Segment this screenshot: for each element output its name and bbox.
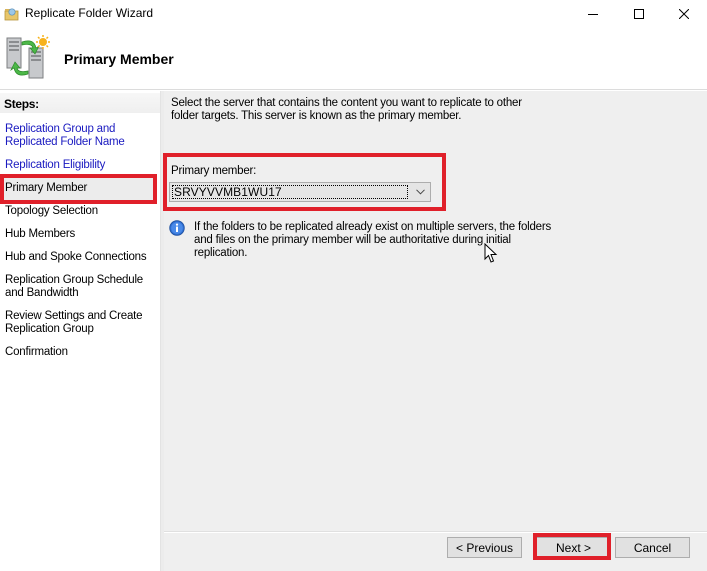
content-panel: Select the server that contains the cont… bbox=[164, 91, 707, 531]
intro-text: Select the server that contains the cont… bbox=[171, 97, 522, 122]
replication-servers-icon bbox=[4, 34, 52, 82]
cancel-button[interactable]: Cancel bbox=[615, 537, 690, 558]
step-hub-spoke-connections: Hub and Spoke Connections bbox=[5, 251, 147, 263]
wizard-header: Primary Member bbox=[0, 28, 707, 90]
close-button[interactable] bbox=[661, 0, 707, 28]
previous-button[interactable]: < Previous bbox=[447, 537, 522, 558]
window-title: Replicate Folder Wizard bbox=[25, 6, 154, 20]
step-schedule-bandwidth: Replication Group Schedule and Bandwidth bbox=[5, 274, 143, 299]
folder-replicate-icon bbox=[4, 6, 20, 22]
primary-member-value: SRVYVVMB1WU17 bbox=[172, 185, 408, 199]
page-title: Primary Member bbox=[64, 51, 174, 67]
minimize-icon bbox=[588, 14, 598, 15]
step-confirmation: Confirmation bbox=[5, 346, 68, 358]
step-replication-group-name[interactable]: Replication Group and Replicated Folder … bbox=[5, 123, 155, 149]
steps-sidebar: Steps: Replication Group and Replicated … bbox=[0, 91, 161, 571]
maximize-button[interactable] bbox=[616, 0, 662, 28]
chevron-down-icon[interactable] bbox=[410, 183, 430, 201]
step-primary-member: Primary Member bbox=[1, 177, 154, 200]
info-text: If the folders to be replicated already … bbox=[194, 221, 552, 259]
minimize-button[interactable] bbox=[570, 0, 616, 28]
title-bar: Replicate Folder Wizard bbox=[0, 0, 707, 28]
primary-member-dropdown[interactable]: SRVYVVMB1WU17 bbox=[169, 182, 431, 202]
step-topology-selection: Topology Selection bbox=[5, 205, 98, 217]
step-replication-eligibility[interactable]: Replication Eligibility bbox=[5, 159, 155, 172]
step-review-settings: Review Settings and Create Replication G… bbox=[5, 310, 143, 335]
mouse-cursor-icon bbox=[484, 242, 498, 264]
wizard-footer: < Previous Next > Cancel bbox=[164, 533, 707, 571]
step-hub-members: Hub Members bbox=[5, 228, 76, 240]
maximize-icon bbox=[634, 9, 644, 19]
close-icon bbox=[679, 9, 689, 19]
next-button[interactable]: Next > bbox=[536, 537, 611, 558]
info-icon bbox=[169, 220, 185, 236]
primary-member-label: Primary member: bbox=[171, 165, 257, 177]
steps-heading: Steps: bbox=[0, 93, 160, 113]
